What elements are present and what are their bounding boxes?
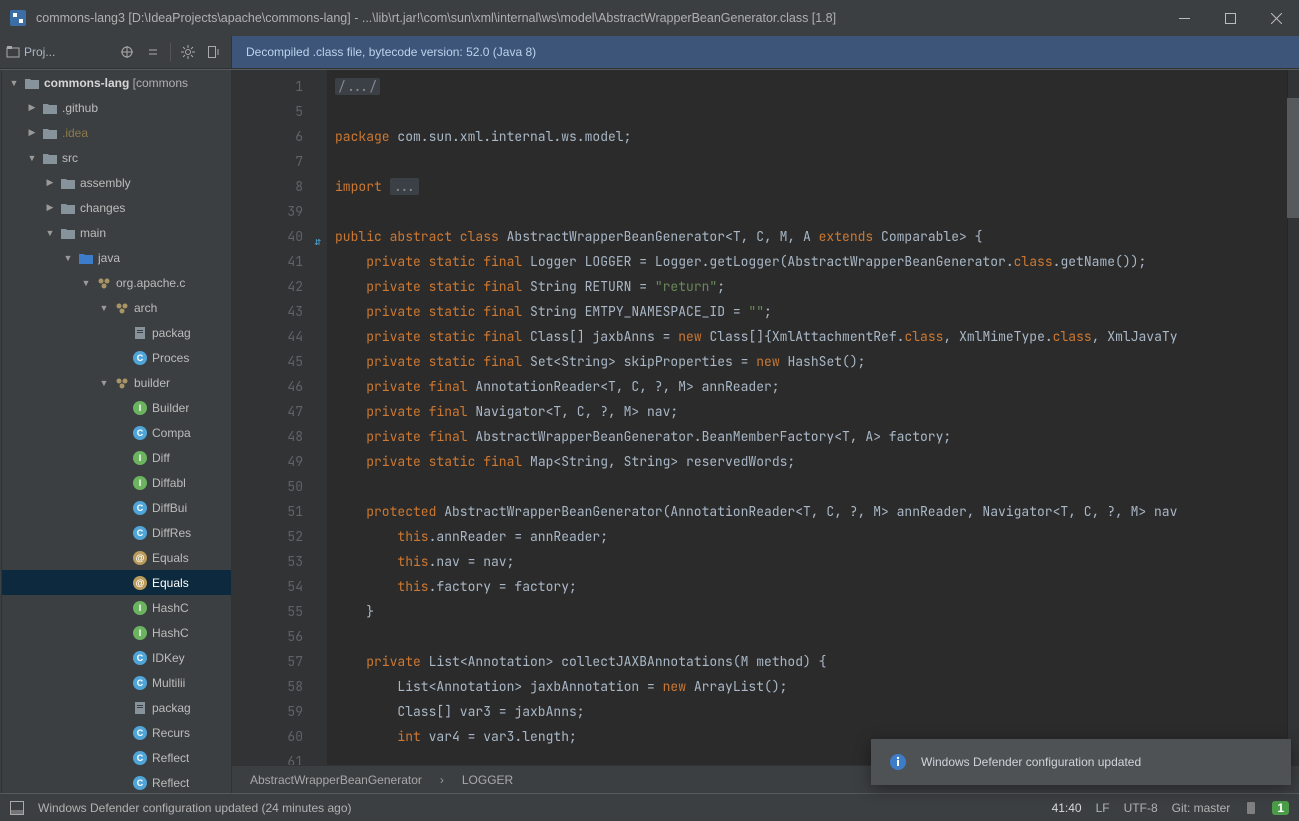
folder-icon — [42, 150, 58, 166]
tree-item[interactable]: packag — [2, 320, 231, 345]
tree-item[interactable]: CReflect — [2, 745, 231, 770]
file-icon — [132, 325, 148, 341]
i-icon: I — [132, 475, 148, 491]
tree-item[interactable]: ▶.idea — [2, 120, 231, 145]
tool-window-icon[interactable] — [10, 801, 24, 815]
i-icon: I — [132, 625, 148, 641]
pkg-icon — [96, 275, 112, 291]
scrollbar-thumb[interactable] — [1287, 98, 1299, 218]
status-bar: Windows Defender configuration updated (… — [0, 793, 1299, 821]
close-button[interactable] — [1253, 0, 1299, 36]
tree-item[interactable]: IDiffabl — [2, 470, 231, 495]
separator — [170, 43, 171, 61]
memory-icon[interactable] — [1244, 801, 1258, 815]
tree-item[interactable]: ▼builder — [2, 370, 231, 395]
code-zone: 156783940⇵414243444546474849505152535455… — [232, 70, 1299, 765]
main: ▼commons-lang [commons▶.github▶.idea▼src… — [0, 69, 1299, 793]
tree-item[interactable]: IHashC — [2, 595, 231, 620]
tree-item[interactable]: @Equals — [2, 570, 231, 595]
tree-item[interactable]: ▶.github — [2, 95, 231, 120]
editor-area: 156783940⇵414243444546474849505152535455… — [232, 70, 1299, 793]
c-icon: C — [132, 675, 148, 691]
tree-item[interactable]: CDiffRes — [2, 520, 231, 545]
folder-icon — [60, 175, 76, 191]
a-icon: @ — [132, 575, 148, 591]
tree-item[interactable]: IHashC — [2, 620, 231, 645]
c-icon: C — [132, 750, 148, 766]
pkg-icon — [114, 375, 130, 391]
window-title: commons-lang3 [D:\IdeaProjects\apache\co… — [36, 11, 1161, 25]
error-stripe[interactable] — [1287, 70, 1299, 765]
line-separator[interactable]: LF — [1096, 801, 1110, 815]
pkg-icon — [114, 300, 130, 316]
override-icon: ⇵ — [314, 230, 321, 255]
notification-balloon[interactable]: Windows Defender configuration updated — [871, 739, 1291, 785]
c-icon: C — [132, 725, 148, 741]
tree-item[interactable]: CIDKey — [2, 645, 231, 670]
vcs-branch[interactable]: Git: master — [1172, 801, 1231, 815]
hide-tool-icon[interactable] — [203, 41, 225, 63]
c-icon: C — [132, 425, 148, 441]
folder-icon — [60, 200, 76, 216]
c-icon: C — [132, 350, 148, 366]
file-encoding[interactable]: UTF-8 — [1124, 801, 1158, 815]
decompile-banner: Decompiled .class file, bytecode version… — [232, 36, 1299, 68]
line-gutter: 156783940⇵414243444546474849505152535455… — [232, 70, 327, 765]
c-icon: C — [132, 525, 148, 541]
info-icon — [889, 753, 907, 771]
i-icon: I — [132, 450, 148, 466]
tree-item[interactable]: IDiff — [2, 445, 231, 470]
breadcrumb-member[interactable]: LOGGER — [462, 773, 513, 787]
chevron-right-icon: › — [440, 773, 444, 787]
tree-item[interactable]: ▶assembly — [2, 170, 231, 195]
tree-item[interactable]: ▼org.apache.c — [2, 270, 231, 295]
tree-item[interactable]: packag — [2, 695, 231, 720]
caret-position[interactable]: 41:40 — [1052, 801, 1082, 815]
tree-item[interactable]: IBuilder — [2, 395, 231, 420]
c-icon: C — [132, 650, 148, 666]
tree-item[interactable]: ▼main — [2, 220, 231, 245]
project-tool-label[interactable]: Proj... — [6, 45, 112, 59]
folder-icon — [60, 225, 76, 241]
status-message: Windows Defender configuration updated (… — [38, 801, 352, 815]
expand-collapse-icon[interactable] — [142, 41, 164, 63]
locate-icon[interactable] — [116, 41, 138, 63]
tree-item[interactable]: @Equals — [2, 545, 231, 570]
tree-item[interactable]: CReflect — [2, 770, 231, 793]
a-icon: @ — [132, 550, 148, 566]
tree-item[interactable]: CProces — [2, 345, 231, 370]
tree-item[interactable]: ▼arch — [2, 295, 231, 320]
folder-src-icon — [78, 250, 94, 266]
i-icon: I — [132, 600, 148, 616]
code[interactable]: /.../package com.sun.xml.internal.ws.mod… — [327, 70, 1287, 765]
tree-item[interactable]: CCompa — [2, 420, 231, 445]
toolbar-row: Proj... Decompiled .class file, bytecode… — [0, 36, 1299, 69]
folder-icon — [42, 100, 58, 116]
maximize-button[interactable] — [1207, 0, 1253, 36]
tree-item[interactable]: ▼java — [2, 245, 231, 270]
breadcrumb-class[interactable]: AbstractWrapperBeanGenerator — [250, 773, 422, 787]
tree-item[interactable]: CRecurs — [2, 720, 231, 745]
folder-icon — [24, 75, 40, 91]
c-icon: C — [132, 500, 148, 516]
gear-icon[interactable] — [177, 41, 199, 63]
notifications-count[interactable]: 1 — [1272, 801, 1289, 815]
minimize-button[interactable] — [1161, 0, 1207, 36]
titlebar: commons-lang3 [D:\IdeaProjects\apache\co… — [0, 0, 1299, 36]
app-icon — [10, 10, 26, 26]
tree-item[interactable]: ▼commons-lang [commons — [2, 70, 231, 95]
tree-item[interactable]: ▼src — [2, 145, 231, 170]
file-icon — [132, 700, 148, 716]
c-icon: C — [132, 775, 148, 791]
tree-item[interactable]: CDiffBui — [2, 495, 231, 520]
tree-item[interactable]: CMultilii — [2, 670, 231, 695]
folder-icon — [42, 125, 58, 141]
i-icon: I — [132, 400, 148, 416]
notification-text: Windows Defender configuration updated — [921, 755, 1141, 769]
project-tree[interactable]: ▼commons-lang [commons▶.github▶.idea▼src… — [2, 70, 232, 793]
tree-item[interactable]: ▶changes — [2, 195, 231, 220]
project-toolwindow-header: Proj... — [0, 36, 232, 68]
